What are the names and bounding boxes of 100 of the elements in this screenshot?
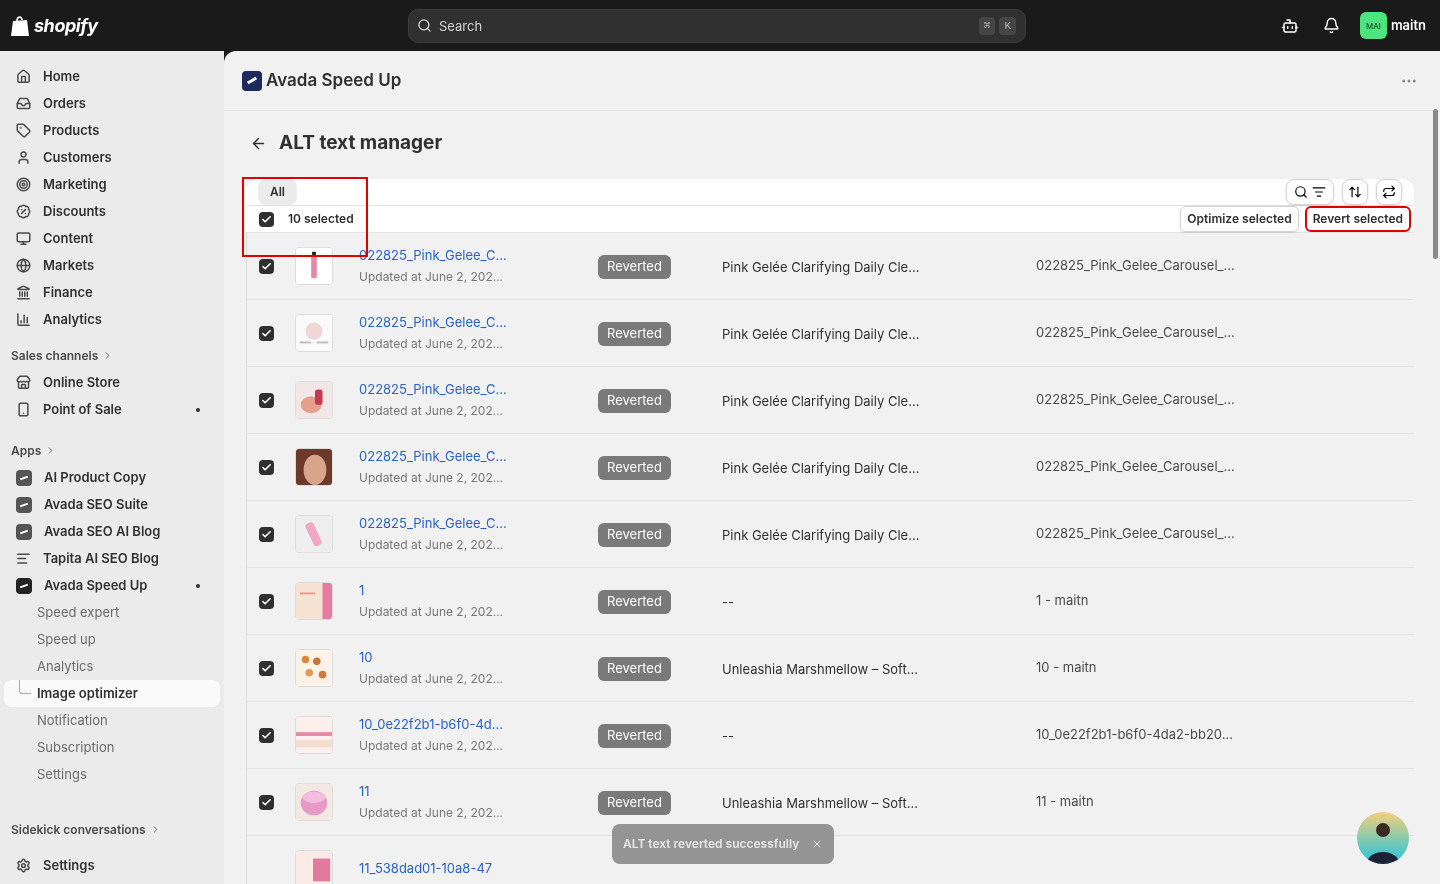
file-name: 022825_Pink_Gelee_Carousel_... bbox=[1036, 390, 1235, 410]
tree-connector bbox=[19, 680, 31, 694]
updated-date: Updated at June 2, 202... bbox=[359, 468, 505, 487]
image-name-link[interactable]: 022825_Pink_Gelee_C... bbox=[359, 380, 598, 400]
checkbox[interactable] bbox=[259, 660, 274, 676]
phone-icon bbox=[16, 402, 31, 417]
checkmark-icon bbox=[261, 528, 272, 540]
status-badge: Reverted bbox=[598, 590, 671, 614]
nav-item[interactable]: Products bbox=[4, 117, 220, 144]
nav-item[interactable]: Finance bbox=[4, 279, 220, 306]
alt-text: -- bbox=[722, 728, 734, 744]
sub-nav-item[interactable]: Notification bbox=[4, 707, 220, 734]
nav-item[interactable]: Point of Sale bbox=[4, 396, 220, 423]
app-icon bbox=[16, 577, 32, 594]
chat-avatar[interactable] bbox=[1357, 812, 1409, 864]
checkbox[interactable] bbox=[259, 727, 274, 743]
checkbox[interactable] bbox=[259, 258, 274, 274]
image-name-link[interactable]: 022825_Pink_Gelee_C... bbox=[359, 447, 598, 467]
sub-nav-item[interactable]: Speed up bbox=[4, 626, 220, 653]
sort-button[interactable] bbox=[1342, 179, 1368, 205]
updated-date: Updated at June 2, 202... bbox=[359, 334, 505, 353]
status-badge: Reverted bbox=[598, 456, 671, 480]
notification-icon[interactable] bbox=[1322, 17, 1340, 34]
filter-tab[interactable]: All bbox=[258, 179, 297, 205]
nav-item[interactable]: Home bbox=[4, 63, 220, 90]
checkmark-icon bbox=[261, 662, 272, 674]
page-title: ALT text manager bbox=[279, 129, 443, 156]
image-name-link[interactable]: 11 bbox=[359, 782, 598, 802]
updated-date: Updated at June 2, 202... bbox=[359, 602, 505, 621]
section-heading[interactable]: Apps bbox=[11, 441, 42, 460]
status-badge: Reverted bbox=[598, 657, 671, 681]
app-title: Avada Speed Up bbox=[266, 68, 403, 92]
refresh-button[interactable] bbox=[1376, 179, 1402, 205]
checkbox[interactable] bbox=[259, 526, 274, 542]
image-name-link[interactable]: 1 bbox=[359, 581, 598, 601]
updated-date: Updated at June 2, 202... bbox=[359, 803, 505, 822]
image-name-link[interactable]: 022825_Pink_Gelee_C... bbox=[359, 313, 598, 333]
updated-date: Updated at June 2, 202... bbox=[359, 267, 505, 286]
checkbox[interactable] bbox=[259, 459, 274, 475]
nav-item[interactable]: AI Product Copy bbox=[4, 464, 220, 491]
nav-item[interactable]: Orders bbox=[4, 90, 220, 117]
status-badge: Reverted bbox=[598, 322, 671, 346]
checkbox[interactable] bbox=[259, 593, 274, 609]
alt-text: Unleashia Marshmellow – Soft... bbox=[722, 795, 918, 811]
search-filter-button[interactable] bbox=[1286, 179, 1334, 205]
updated-date: Updated at June 2, 202... bbox=[359, 401, 505, 420]
nav-item[interactable]: Customers bbox=[4, 144, 220, 171]
nav-item[interactable]: Analytics bbox=[4, 306, 220, 333]
section-heading[interactable]: Sales channels bbox=[11, 346, 99, 365]
nav-item[interactable]: Marketing bbox=[4, 171, 220, 198]
checkbox[interactable] bbox=[259, 211, 274, 227]
app-icon bbox=[16, 523, 32, 540]
search-icon bbox=[1294, 185, 1308, 199]
settings-icon bbox=[16, 858, 31, 873]
monitor-icon bbox=[16, 231, 31, 246]
alt-text: -- bbox=[722, 594, 734, 610]
nav-item[interactable]: Settings bbox=[4, 852, 220, 879]
image-name-link[interactable]: 10_0e22f2b1-b6f0-4d... bbox=[359, 715, 598, 735]
nav-item[interactable]: Avada SEO Suite bbox=[4, 491, 220, 518]
sub-nav-item[interactable]: Settings bbox=[4, 761, 220, 788]
checkbox[interactable] bbox=[259, 392, 274, 408]
nav-item[interactable]: Discounts bbox=[4, 198, 220, 225]
checkmark-icon bbox=[261, 260, 272, 272]
robot-icon[interactable] bbox=[1280, 16, 1299, 35]
repeat-icon bbox=[1382, 185, 1396, 199]
sub-nav-item[interactable]: Analytics bbox=[4, 653, 220, 680]
section-heading[interactable]: Sidekick conversations bbox=[11, 820, 146, 839]
sub-nav-item[interactable]: Speed expert bbox=[4, 599, 220, 626]
image-name-link[interactable]: 022825_Pink_Gelee_C... bbox=[359, 514, 598, 534]
nav-item[interactable]: Online Store bbox=[4, 369, 220, 396]
app-logo-icon bbox=[242, 70, 262, 91]
nav-item[interactable]: Content bbox=[4, 225, 220, 252]
nav-item[interactable]: Avada Speed Up bbox=[4, 572, 220, 599]
store-icon bbox=[16, 375, 31, 390]
image-name-link[interactable]: 11_538dad01-10a8-47 bbox=[359, 859, 598, 879]
alt-text: Unleashia Marshmellow – Soft... bbox=[722, 661, 918, 677]
sub-nav-item[interactable]: Image optimizer bbox=[4, 680, 220, 707]
sub-nav-item[interactable]: Subscription bbox=[4, 734, 220, 761]
home-icon bbox=[16, 69, 31, 84]
filter-icon bbox=[1312, 185, 1326, 199]
globe-icon bbox=[16, 258, 31, 273]
user-avatar[interactable]: MAI bbox=[1359, 12, 1387, 39]
user-name[interactable]: maitn bbox=[1390, 15, 1426, 36]
bulk-action-button[interactable]: Optimize selected bbox=[1180, 206, 1299, 232]
status-badge: Reverted bbox=[598, 389, 671, 413]
inbox-icon bbox=[16, 96, 31, 111]
updated-date: Updated at June 2, 202... bbox=[359, 736, 505, 755]
file-name: 022825_Pink_Gelee_Carousel_... bbox=[1036, 323, 1235, 343]
brand-logo[interactable]: shopify bbox=[34, 12, 98, 39]
image-name-link[interactable]: 10 bbox=[359, 648, 598, 668]
checkmark-icon bbox=[261, 461, 272, 473]
nav-item[interactable]: Markets bbox=[4, 252, 220, 279]
checkmark-icon bbox=[261, 394, 272, 406]
checkmark-icon bbox=[261, 327, 272, 339]
nav-item[interactable]: Tapita AI SEO Blog bbox=[4, 545, 220, 572]
checkbox[interactable] bbox=[259, 325, 274, 341]
toast-message: ALT text reverted successfully bbox=[623, 835, 800, 853]
checkbox[interactable] bbox=[259, 794, 274, 810]
image-name-link[interactable]: 022825_Pink_Gelee_C... bbox=[359, 246, 598, 266]
nav-item[interactable]: Avada SEO AI Blog bbox=[4, 518, 220, 545]
